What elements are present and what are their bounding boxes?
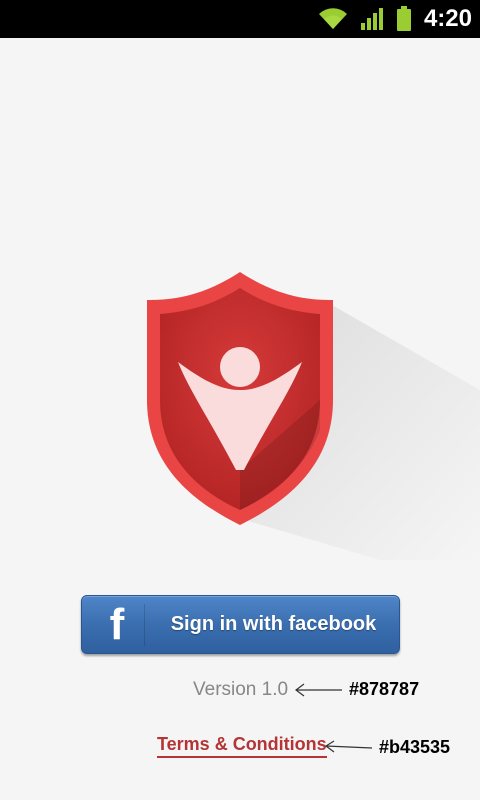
figure-head xyxy=(220,347,260,387)
version-text: Version 1.0 xyxy=(193,679,289,700)
facebook-icon: f xyxy=(109,600,125,649)
app-logo xyxy=(0,0,480,560)
terms-link[interactable]: Terms & Conditions xyxy=(157,734,327,758)
button-divider xyxy=(144,604,145,646)
version-color-annotation: #878787 xyxy=(349,679,420,699)
terms-annotation-arrow-icon xyxy=(324,740,373,753)
terms-color-annotation: #b43535 xyxy=(379,737,451,757)
facebook-button-label: Sign in with facebook xyxy=(170,613,377,635)
facebook-sign-in-button[interactable]: f Sign in with facebook xyxy=(81,595,400,654)
version-annotation-arrow-icon xyxy=(295,683,342,697)
